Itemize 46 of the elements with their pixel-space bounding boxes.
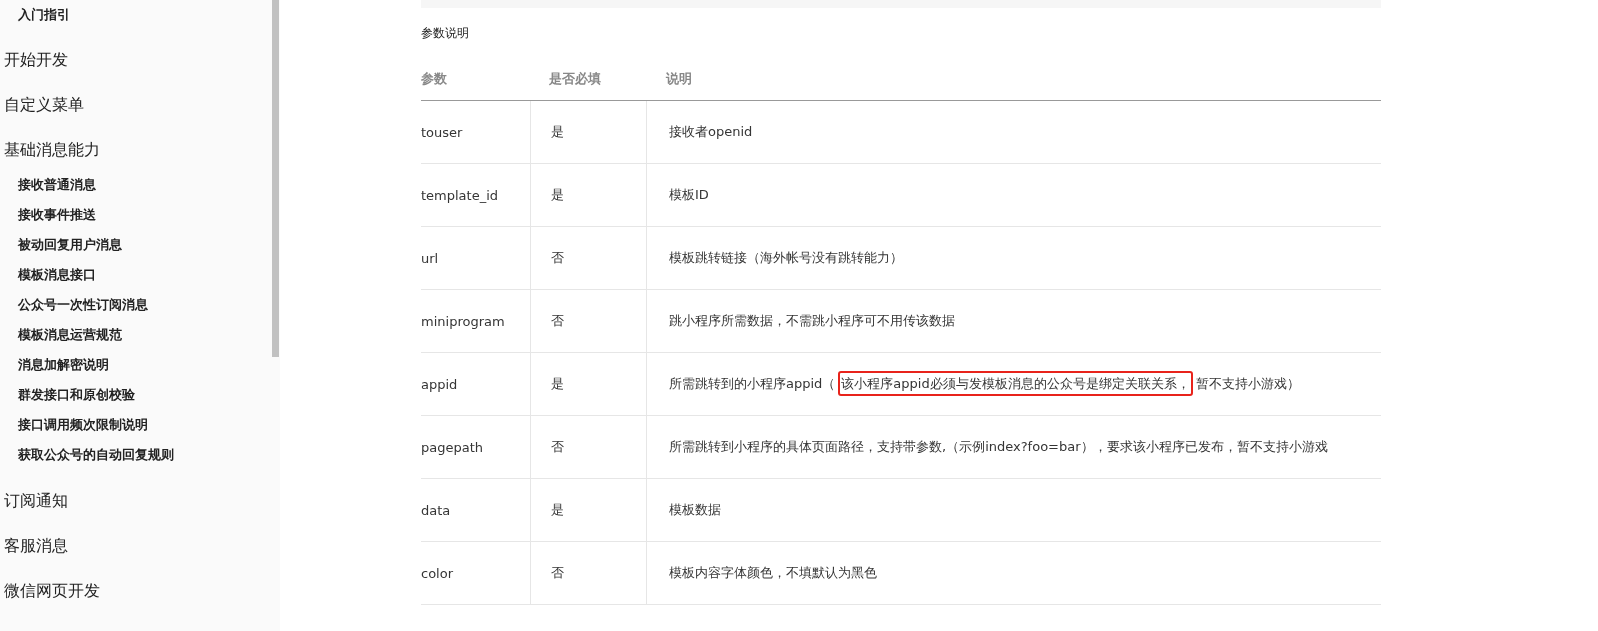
table-cell: pagepath	[421, 415, 531, 479]
section-title: 参数说明	[421, 25, 470, 41]
table-cell: 否	[530, 226, 647, 290]
table-cell: 否	[530, 541, 647, 605]
sidebar-item[interactable]: 接收普通消息	[4, 170, 272, 200]
table-cell: 模板内容字体颜色，不填默认为黑色	[646, 541, 1381, 605]
sidebar-item[interactable]: 接收事件推送	[4, 200, 272, 230]
sidebar-item[interactable]: 被动回复用户消息	[4, 230, 272, 260]
table-cell: miniprogram	[421, 289, 531, 353]
sidebar-item[interactable]: 获取公众号的自动回复规则	[4, 440, 272, 470]
table-cell: 模板跳转链接（海外帐号没有跳转能力）	[646, 226, 1381, 290]
sidebar-item[interactable]: 公众号一次性订阅消息	[4, 290, 272, 320]
sidebar-item[interactable]: 订阅通知	[4, 479, 272, 524]
table-cell: 否	[530, 289, 647, 353]
table-cell: 接收者openid	[646, 100, 1381, 164]
table-cell: 模板ID	[646, 163, 1381, 227]
table-cell: 模板数据	[646, 478, 1381, 542]
table-cell: 跳小程序所需数据，不需跳小程序可不用传该数据	[646, 289, 1381, 353]
sidebar-item[interactable]: 接口调用频次限制说明	[4, 410, 272, 440]
table-cell: 是	[530, 478, 647, 542]
sidebar-item[interactable]: 入门指引	[4, 0, 272, 29]
table-cell: appid	[421, 352, 531, 416]
sidebar-item[interactable]: 微信网页开发	[4, 569, 272, 614]
column-header: 参数	[421, 70, 531, 101]
column-header: 是否必填	[530, 70, 647, 101]
table-cell: 否	[530, 415, 647, 479]
sidebar-item[interactable]: 开始开发	[4, 38, 272, 83]
table-cell: template_id	[421, 163, 531, 227]
table-cell: 所需跳转到的小程序appid（ 该小程序appid必须与发模板消息的公众号是绑定关联关系， 暂不支持小游戏）	[646, 352, 1381, 416]
table-cell: 是	[530, 163, 647, 227]
table-cell: url	[421, 226, 531, 290]
table-cell: 是	[530, 352, 647, 416]
table-cell: 所需跳转到小程序的具体页面路径，支持带参数,（示例index?foo=bar），要求该小程序已发布，暂不支持小游戏	[646, 415, 1381, 479]
sidebar-item[interactable]: 模板消息运营规范	[4, 320, 272, 350]
column-header: 说明	[646, 70, 1381, 101]
scrollbar-thumb[interactable]	[272, 0, 279, 357]
sidebar-item[interactable]: 群发接口和原创校验	[4, 380, 272, 410]
sidebar-item[interactable]: 基础消息能力	[4, 128, 272, 173]
table-cell: 是	[530, 100, 647, 164]
sidebar-item[interactable]: 消息加解密说明	[4, 350, 272, 380]
table-cell: touser	[421, 100, 531, 164]
table-cell: color	[421, 541, 531, 605]
sidebar-item[interactable]: 自定义菜单	[4, 83, 272, 128]
table-cell: data	[421, 478, 531, 542]
sidebar-item[interactable]: 客服消息	[4, 524, 272, 569]
sidebar-item[interactable]: 模板消息接口	[4, 260, 272, 290]
